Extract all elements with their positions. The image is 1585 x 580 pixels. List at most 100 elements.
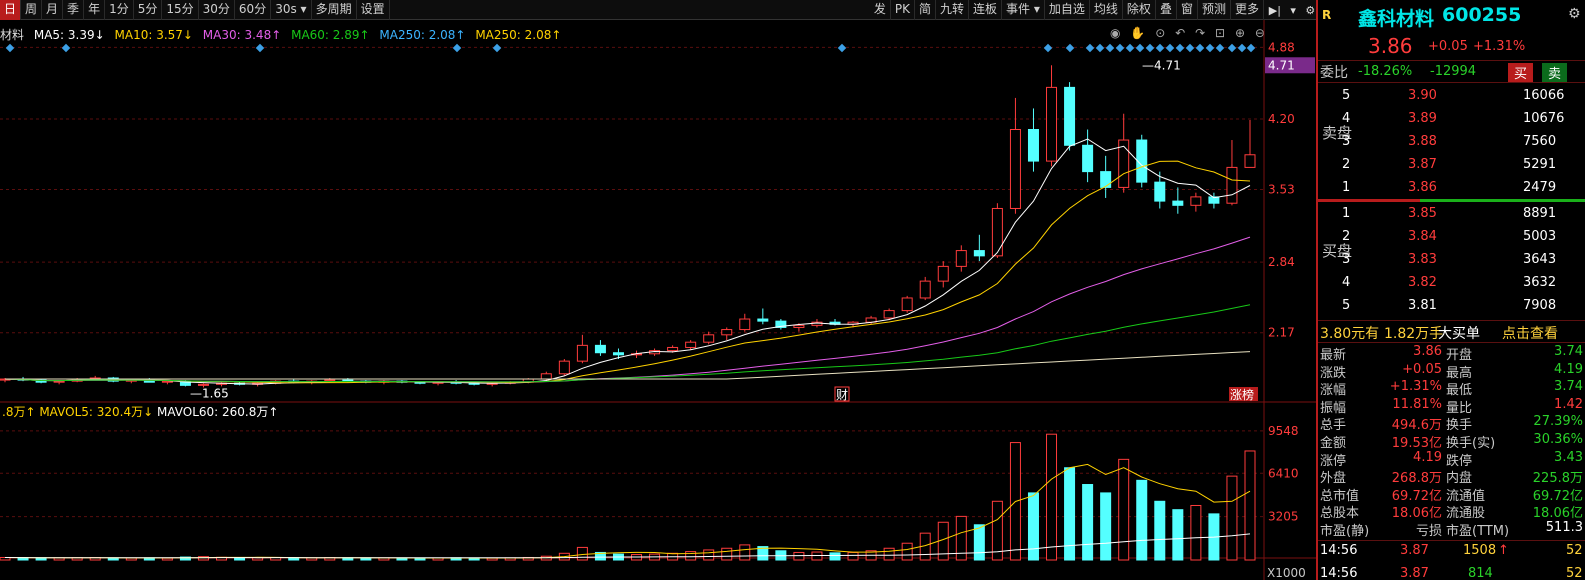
candle-body (1009, 129, 1021, 209)
volume-bar (1118, 458, 1130, 561)
buy-level-price: 3.81 (1408, 298, 1437, 313)
kline-chart[interactable]: 4.88 4.20 3.53 2.84 2.17 4.71 9548 6410 3205 X100… (0, 0, 1316, 580)
price-tick-label: 4.88 (1268, 40, 1295, 54)
stat-label: 涨停 (1320, 453, 1347, 469)
candle-body (1100, 171, 1112, 188)
candle-body (1190, 196, 1202, 206)
stat-label: 涨跌 (1320, 365, 1347, 381)
buy-level-price: 3.83 (1408, 252, 1437, 267)
sell-level-price: 3.90 (1408, 88, 1437, 103)
stat-label: 换手 (1446, 418, 1473, 434)
event-marker (61, 43, 71, 53)
volume-bar (1046, 433, 1058, 561)
event-marker (492, 43, 502, 53)
sell-level-num: 1 (1342, 180, 1351, 195)
buy-level-num: 2 (1342, 229, 1351, 244)
volume-bar (973, 524, 985, 561)
flag-badge: R (1322, 8, 1332, 22)
volume-tick-label: 6410 (1268, 466, 1299, 480)
stat-value: 亏损 (1415, 524, 1442, 539)
event-marker (1085, 43, 1095, 53)
price-tick-label: 2.84 (1268, 255, 1295, 269)
candle-body (594, 344, 606, 354)
volume-bar (1100, 492, 1112, 561)
price-change-pct: +1.31% (1473, 39, 1526, 54)
sell-side-label: 卖盘 (1322, 124, 1353, 142)
stat-value: 30.36% (1533, 432, 1583, 447)
stat-label: 市盈(TTM) (1446, 524, 1510, 539)
stat-value: 69.72亿 (1532, 488, 1583, 504)
tick-time-2: 14:56 (1320, 566, 1358, 580)
bigorder-vol: 1.82万手 (1384, 326, 1444, 342)
settings-icon[interactable]: ⚙ (1568, 6, 1581, 22)
sell-button[interactable]: 卖 (1542, 63, 1568, 82)
volume-bar (1027, 492, 1039, 561)
sell-level-price: 3.89 (1408, 111, 1437, 126)
buy-level-num: 3 (1342, 252, 1351, 267)
candle-body (161, 380, 173, 383)
volume-bar (703, 549, 715, 561)
stat-value: 511.3 (1545, 520, 1583, 535)
sell-strength-bar (1420, 199, 1585, 202)
bigorder-view-link[interactable]: 点击查看 (1502, 323, 1558, 343)
event-marker (1155, 43, 1165, 53)
tick-num: 52 (1566, 543, 1583, 558)
event-marker (1165, 43, 1175, 53)
volume-bar (847, 551, 859, 561)
tick-volume-2: 814 (1468, 566, 1493, 580)
stat-label: 市盈(静) (1320, 524, 1370, 539)
price-tick-label: 2.17 (1268, 326, 1295, 340)
buy-button[interactable]: 买 (1508, 63, 1534, 82)
stat-label: 涨幅 (1320, 383, 1347, 399)
candle-body (558, 360, 570, 375)
candle-body (1046, 86, 1058, 162)
candle-body (919, 280, 931, 299)
low-price-label: —1.65 (190, 386, 229, 400)
candle-body (955, 250, 967, 267)
sell-level-volume: 2479 (1523, 180, 1557, 195)
stat-label: 总手 (1320, 418, 1347, 434)
stat-label: 外盘 (1320, 471, 1347, 487)
price-tick-label: 3.53 (1268, 183, 1295, 197)
buy-level-num: 1 (1342, 206, 1351, 221)
candle-body (324, 379, 336, 382)
stat-value: 225.8万 (1532, 471, 1583, 487)
ma60-line (4, 304, 1251, 383)
ma5-line (4, 138, 1251, 385)
candle-body (739, 318, 751, 331)
sell-level-num: 3 (1342, 134, 1351, 149)
event-marker (1175, 43, 1185, 53)
sell-level-volume: 7560 (1523, 134, 1557, 149)
volume-tick-label: 3205 (1268, 510, 1299, 524)
volume-bar (306, 557, 318, 561)
ma30-line (4, 236, 1251, 383)
event-marker (255, 43, 265, 53)
candle-body (685, 341, 697, 348)
sell-level-volume: 10676 (1523, 111, 1565, 126)
tick-volume: 1508 (1463, 543, 1497, 558)
event-marker (1215, 43, 1225, 53)
tick-num-2: 52 (1566, 566, 1583, 580)
candle-body (1226, 166, 1238, 204)
peak-price-label: —4.71 (1142, 58, 1181, 72)
buy-level-volume: 5003 (1523, 229, 1557, 244)
sell-level-price: 3.88 (1408, 134, 1437, 149)
event-marker (1185, 43, 1195, 53)
mavol60-line (4, 533, 1251, 559)
tick-price-2: 3.87 (1400, 566, 1429, 580)
stat-label: 跌停 (1446, 453, 1473, 469)
buy-level-num: 5 (1342, 298, 1351, 313)
candle-body (991, 207, 1003, 257)
stat-label: 最低 (1446, 383, 1473, 399)
stat-value: 3.74 (1554, 344, 1583, 359)
event-marker (1135, 43, 1145, 53)
webi-diff: -12994 (1430, 64, 1477, 79)
candle-body (612, 352, 624, 356)
volume-bar (1226, 475, 1238, 561)
volume-bar (721, 547, 733, 561)
candle-body (757, 318, 769, 322)
buy-level-volume: 8891 (1523, 206, 1557, 221)
event-marker (1237, 43, 1247, 53)
volume-tick-label: 9548 (1268, 424, 1299, 438)
volume-bar (883, 547, 895, 561)
